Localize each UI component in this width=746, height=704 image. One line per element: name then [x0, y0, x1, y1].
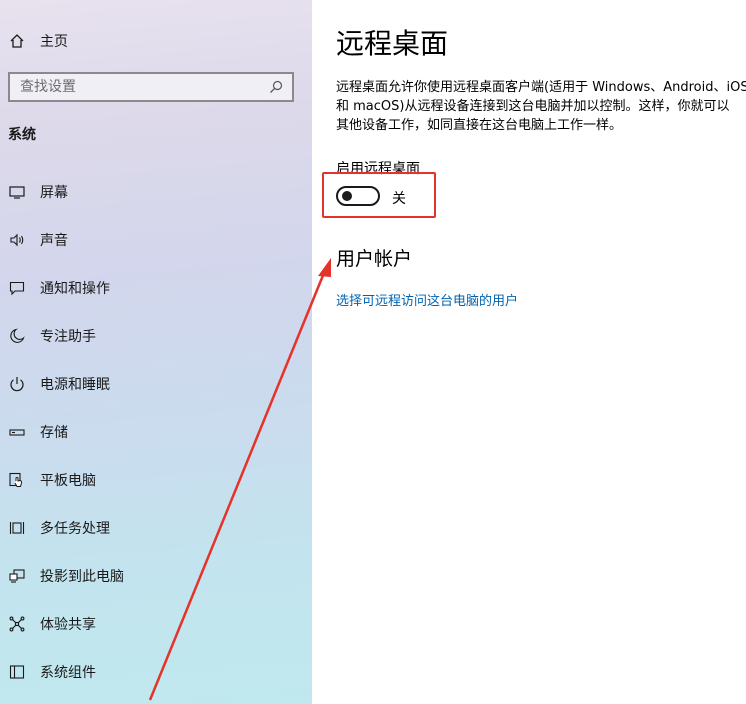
storage-icon	[8, 423, 26, 441]
search-icon[interactable]	[266, 77, 286, 97]
sidebar-item-label: 屏幕	[40, 185, 68, 201]
sidebar-item-focus-assist[interactable]: 专注助手	[0, 312, 312, 360]
main-content: 远程桌面 远程桌面允许你使用远程桌面客户端(适用于 Windows、Androi…	[312, 0, 746, 704]
annotation-highlight-box	[322, 172, 436, 218]
share-icon	[8, 615, 26, 633]
sidebar-item-label: 平板电脑	[40, 473, 96, 489]
home-label: 主页	[40, 34, 68, 50]
section-title: 系统	[8, 127, 36, 143]
sidebar-item-label: 系统组件	[40, 665, 96, 681]
page-title: 远程桌面	[336, 27, 449, 60]
remote-desktop-description: 远程桌面允许你使用远程桌面客户端(适用于 Windows、Android、iOS…	[336, 80, 746, 133]
home-icon	[8, 32, 26, 50]
multitask-icon	[8, 519, 26, 537]
sidebar-item-label: 通知和操作	[40, 281, 110, 297]
sidebar-item-tablet[interactable]: 平板电脑	[0, 456, 312, 504]
user-accounts-heading: 用户帐户	[336, 248, 413, 270]
sidebar: 主页 系统 屏幕 声音	[0, 0, 312, 704]
moon-icon	[8, 327, 26, 345]
sidebar-item-system-components[interactable]: 系统组件	[0, 648, 312, 696]
speaker-icon	[8, 231, 26, 249]
select-remote-users-link[interactable]: 选择可远程访问这台电脑的用户	[336, 290, 518, 309]
settings-window: 主页 系统 屏幕 声音	[0, 0, 746, 704]
display-icon	[8, 183, 26, 201]
sidebar-item-notifications[interactable]: 通知和操作	[0, 264, 312, 312]
home-nav-item[interactable]: 主页	[8, 28, 68, 54]
sidebar-item-shared-experiences[interactable]: 体验共享	[0, 600, 312, 648]
sidebar-item-label: 电源和睡眠	[40, 377, 110, 393]
notification-icon	[8, 279, 26, 297]
sidebar-nav: 屏幕 声音 通知和操作 专注助手 电源和睡眠 存储 平板电脑 多任务处理 投影到…	[0, 168, 312, 696]
sidebar-item-display[interactable]: 屏幕	[0, 168, 312, 216]
sidebar-item-label: 多任务处理	[40, 521, 110, 537]
search-input[interactable]	[10, 74, 266, 100]
sidebar-item-label: 体验共享	[40, 617, 96, 633]
search-box[interactable]	[8, 72, 294, 102]
sidebar-item-label: 投影到此电脑	[40, 569, 124, 585]
sidebar-item-storage[interactable]: 存储	[0, 408, 312, 456]
sidebar-item-label: 专注助手	[40, 329, 96, 345]
sidebar-item-label: 声音	[40, 233, 68, 249]
sidebar-item-label: 存储	[40, 425, 68, 441]
sidebar-item-multitasking[interactable]: 多任务处理	[0, 504, 312, 552]
project-icon	[8, 567, 26, 585]
power-icon	[8, 375, 26, 393]
sidebar-item-power[interactable]: 电源和睡眠	[0, 360, 312, 408]
sidebar-item-project-to-pc[interactable]: 投影到此电脑	[0, 552, 312, 600]
components-icon	[8, 663, 26, 681]
sidebar-item-sound[interactable]: 声音	[0, 216, 312, 264]
tablet-icon	[8, 471, 26, 489]
